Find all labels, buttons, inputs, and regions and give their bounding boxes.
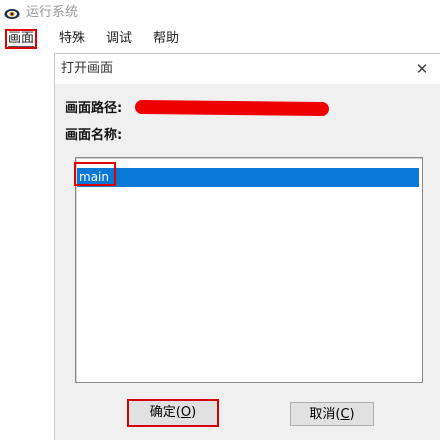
cancel-button-text: 取消( xyxy=(309,407,341,422)
cancel-button-mnemonic: C xyxy=(340,407,350,422)
ok-button[interactable]: 确定(O) xyxy=(127,399,219,427)
ok-button-text: 确定( xyxy=(149,405,181,420)
screen-name-list[interactable]: main xyxy=(74,157,423,383)
annotation-highlight-box xyxy=(74,162,116,186)
dialog-title: 打开画面 xyxy=(61,61,114,76)
title-bar: 运行系统 xyxy=(0,0,440,28)
close-icon[interactable]: ✕ xyxy=(411,58,433,80)
list-item[interactable]: main xyxy=(74,162,419,187)
ok-button-mnemonic: O xyxy=(180,405,192,420)
menu-bar: 画面 特殊 调试 帮助 xyxy=(0,29,440,51)
menu-help[interactable]: 帮助 xyxy=(151,30,181,48)
cancel-button[interactable]: 取消(C) xyxy=(290,402,374,426)
menu-special[interactable]: 特殊 xyxy=(57,30,87,48)
menu-debug[interactable]: 调试 xyxy=(104,30,134,48)
cancel-button-close: ) xyxy=(349,407,355,422)
ok-button-close: ) xyxy=(191,405,197,420)
open-screen-dialog: 打开画面 ✕ 画面路径: 画面名称: main 确定(O) 取消(C) xyxy=(54,53,440,440)
window-title: 运行系统 xyxy=(26,5,79,20)
eye-icon xyxy=(4,9,20,19)
app-window: 运行系统 画面 特殊 调试 帮助 打开画面 ✕ 画面路径: 画面名称: main… xyxy=(0,0,440,440)
screen-name-label: 画面名称: xyxy=(65,128,123,143)
menu-screen-label: 画面 xyxy=(8,31,35,47)
menu-screen[interactable]: 画面 xyxy=(5,29,38,49)
redacted-path-value xyxy=(134,99,330,117)
screen-path-label: 画面路径: xyxy=(65,101,123,116)
dialog-title-bar: 打开画面 ✕ xyxy=(55,54,440,84)
